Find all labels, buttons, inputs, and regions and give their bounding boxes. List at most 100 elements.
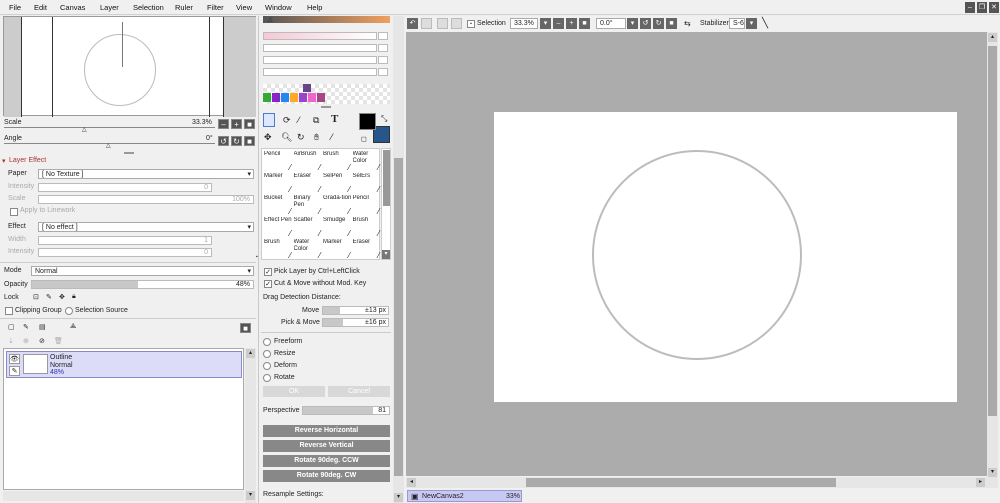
tool-bucket[interactable]: Bucket ⁄ (264, 195, 293, 216)
freeform-radio[interactable] (263, 338, 271, 346)
new-folder-icon[interactable]: ▤ (39, 323, 46, 331)
tool-pencil[interactable]: Pencil ⁄ (353, 195, 382, 216)
fill-layer-icon[interactable]: ⟁ (70, 323, 76, 331)
tool-selpen[interactable]: SelPen ⁄ (323, 173, 352, 194)
tool-water-color[interactable]: Water Color ⁄ (353, 151, 382, 172)
toolbar-zoom-in-button[interactable]: + (566, 18, 577, 29)
move-distance-slider[interactable]: ±13 px (322, 306, 389, 315)
move-icon[interactable]: ✥ (264, 132, 272, 143)
delete-layer-icon[interactable]: 🗑︎ (54, 337, 63, 345)
color-slider-4[interactable] (263, 68, 377, 76)
swatch-palette[interactable] (263, 84, 390, 104)
cancel-button[interactable]: Cancel (328, 386, 390, 397)
lasso-icon[interactable]: ⟳ (283, 115, 291, 126)
tool-eraser[interactable]: Eraser ⁄ (294, 173, 323, 194)
toolbar-zoom-out-button[interactable]: – (553, 18, 564, 29)
menu-edit[interactable]: Edit (34, 3, 47, 12)
clipping-group-checkbox[interactable] (5, 307, 13, 315)
eyedropper-icon[interactable]: ⁄ (331, 132, 333, 142)
tool-selers[interactable]: SelErs ⁄ (353, 173, 382, 194)
menu-view[interactable]: View (236, 3, 252, 12)
scale-slider-thumb[interactable]: △ (82, 126, 87, 133)
transfer-down-icon[interactable]: ⇣ (8, 337, 14, 345)
cut-move-checkbox[interactable]: ✓ (264, 280, 272, 288)
foreground-color-swatch[interactable] (359, 113, 376, 130)
default-colors-icon[interactable]: ◻ (361, 135, 367, 143)
collapse-arrow-icon[interactable]: ▾ (2, 157, 6, 165)
color-slider-2[interactable] (263, 44, 377, 52)
canvas-hscrollbar[interactable]: ◂ ▸ (406, 477, 987, 488)
color-swatch[interactable] (281, 93, 289, 102)
menu-layer[interactable]: Layer (100, 3, 119, 12)
color-swatch[interactable] (299, 93, 307, 102)
menu-window[interactable]: Window (265, 3, 292, 12)
tool-effect-pen[interactable]: Effect Pen ⁄ (264, 217, 293, 238)
zoom-in-button[interactable]: + (231, 119, 242, 129)
tool-binary-pen[interactable]: Binary Pen ⁄ (294, 195, 323, 216)
angle-field[interactable]: 0.0° (596, 18, 626, 29)
deselect-button[interactable] (437, 18, 448, 29)
selection-source-checkbox[interactable] (65, 307, 73, 315)
tool-water-color[interactable]: Water Color ⁄ (294, 239, 323, 260)
toolbar-rotate-reset-button[interactable]: ■ (666, 18, 677, 29)
zoom-icon[interactable]: 🔍︎ (281, 132, 292, 143)
undo-button[interactable]: ↶ (407, 18, 418, 29)
tool-brush[interactable]: Brush ⁄ (353, 217, 382, 238)
tool-grada-tion[interactable]: Grada-tion ⁄ (323, 195, 352, 216)
intensity2-slider[interactable]: 0 (38, 248, 212, 257)
redo-button[interactable] (421, 18, 432, 29)
navigator-preview[interactable] (3, 16, 256, 117)
clear-layer-icon[interactable]: ⊘ (39, 337, 45, 345)
lock-paint-icon[interactable]: ✎ (46, 293, 52, 301)
zoom-out-button[interactable]: – (218, 119, 229, 129)
zoom-reset-button[interactable]: ■ (244, 119, 255, 129)
layer-scrollbar[interactable]: ▴ ▾ (245, 348, 256, 503)
hand-icon[interactable]: ✋︎ (314, 132, 319, 143)
reverse-vertical-button[interactable]: Reverse Vertical (263, 440, 390, 452)
splitter-handle-2[interactable] (321, 106, 331, 108)
canvas-vscrollbar[interactable]: ▴ ▾ (987, 32, 998, 488)
invert-selection-button[interactable] (451, 18, 462, 29)
effect-select[interactable]: [ No effect ] ▾ (38, 222, 254, 232)
zoom-dropdown-icon[interactable]: ▾ (540, 18, 551, 29)
merge-down-icon[interactable]: ⊕ (23, 337, 29, 345)
tool-smudge[interactable]: Smudge ⁄ (323, 217, 352, 238)
edit-pencil-icon[interactable]: ✎ (9, 366, 20, 376)
tool-brush[interactable]: Brush ⁄ (264, 239, 293, 260)
lock-all-icon[interactable]: 🔒︎ (72, 293, 76, 301)
text-tool-icon[interactable]: T (331, 113, 338, 125)
tool-brush[interactable]: Brush ⁄ (323, 151, 352, 172)
scale-slider[interactable] (4, 127, 215, 128)
new-linework-icon[interactable]: ✎ (23, 323, 29, 331)
toolbar-rotate-cw-button[interactable]: ↻ (653, 18, 664, 29)
menu-ruler[interactable]: Ruler (175, 3, 193, 12)
pick-layer-checkbox[interactable]: ✓ (264, 268, 272, 276)
ok-button[interactable]: OK (263, 386, 325, 397)
color-slider-1[interactable] (263, 32, 377, 40)
zoom-field[interactable]: 33.3% (510, 18, 538, 29)
lock-move-icon[interactable]: ✥ (59, 293, 65, 301)
stabilizer-dropdown-icon[interactable]: ▾ (746, 18, 757, 29)
color-gradient-bar[interactable] (263, 16, 390, 23)
layer-hscrollbar[interactable] (3, 491, 244, 501)
tool-marker[interactable]: Marker ⁄ (264, 173, 293, 194)
pick-move-slider[interactable]: ±16 px (322, 318, 389, 327)
perspective-slider[interactable]: 81 (302, 406, 390, 415)
drawing-canvas[interactable] (494, 112, 957, 402)
magic-wand-icon[interactable]: ⁄ (298, 115, 300, 125)
straight-line-icon[interactable]: ╲ (762, 18, 768, 29)
angle-slider-thumb[interactable]: △ (106, 142, 111, 149)
flip-icon[interactable]: ⇆ (684, 19, 691, 28)
visibility-eye-icon[interactable]: 👁︎ (9, 354, 20, 364)
menu-file[interactable]: File (9, 3, 21, 12)
rotate-radio[interactable] (263, 374, 271, 382)
intensity-slider[interactable]: 0 (38, 183, 212, 192)
canvas-tab[interactable]: ▣ NewCanvas2 33% (407, 490, 522, 502)
menu-help[interactable]: Help (307, 3, 322, 12)
tool-grid-menu-icon[interactable]: ▪ (256, 254, 258, 260)
rotate-ccw-button[interactable]: ↺ (218, 136, 229, 146)
opacity-slider[interactable]: 48% (31, 280, 254, 289)
tool-panel-scrollbar[interactable]: ▾ (393, 16, 404, 503)
width-slider[interactable]: 1 (38, 236, 212, 245)
splitter-handle[interactable] (124, 152, 134, 154)
